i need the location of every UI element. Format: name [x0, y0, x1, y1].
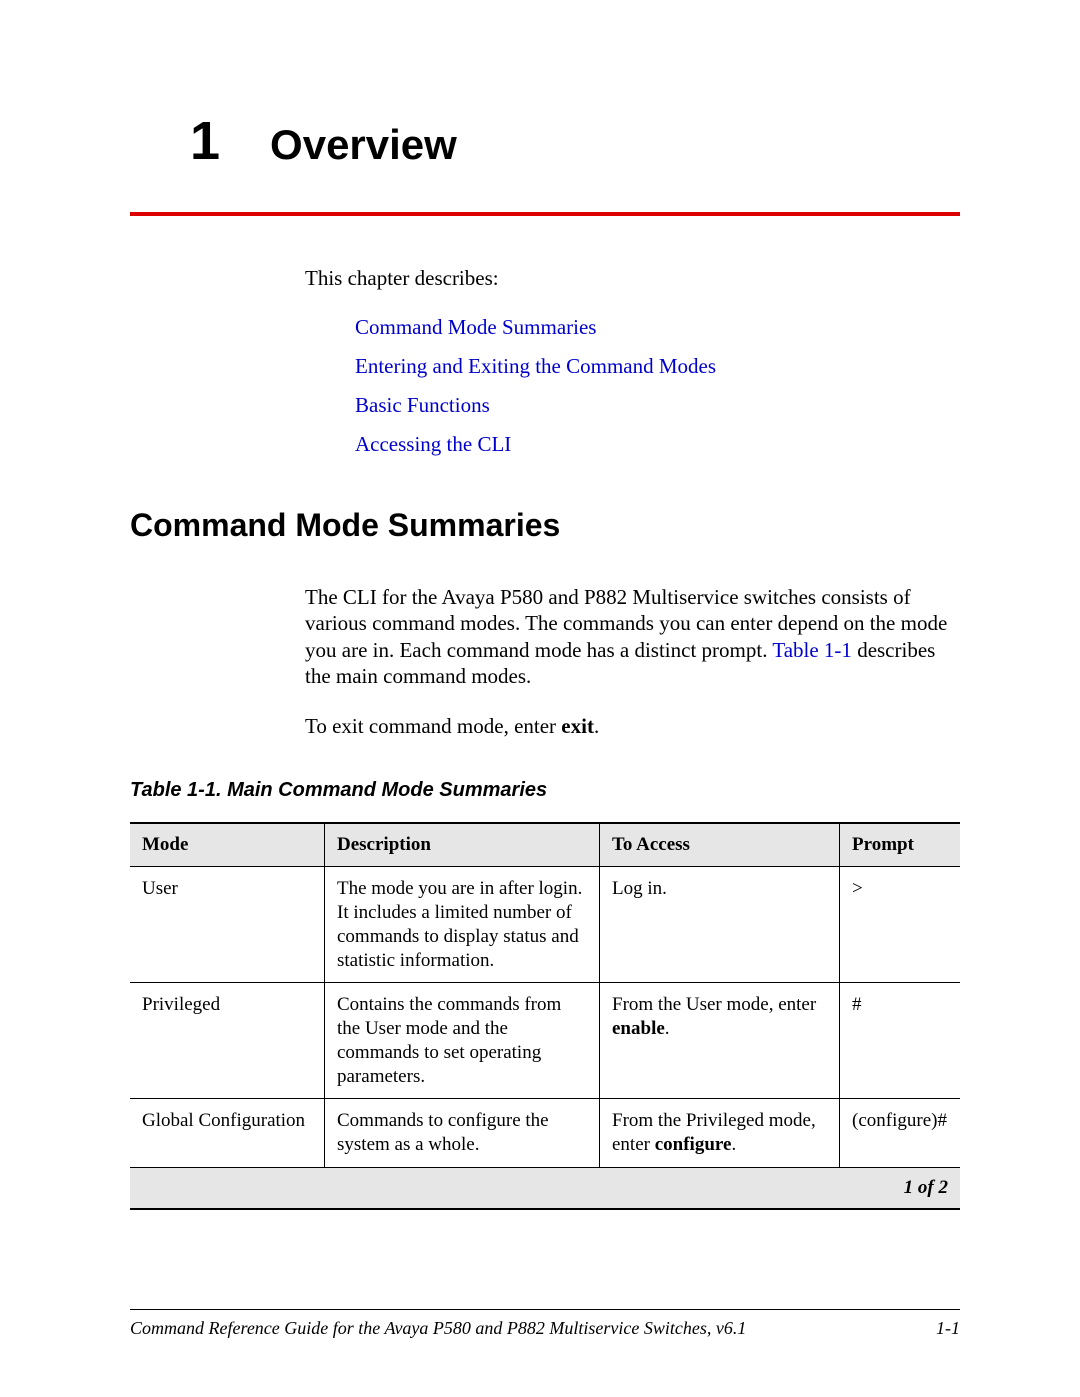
footer-right: 1-1 [936, 1318, 960, 1339]
chapter-header: 1 Overview [190, 110, 960, 172]
table-row: Global Configuration Commands to configu… [130, 1099, 960, 1168]
cell-access-text: From the User mode, enter [612, 994, 816, 1015]
cell-mode: Global Configuration [130, 1099, 325, 1168]
page: 1 Overview This chapter describes: Comma… [0, 0, 1080, 1397]
cell-mode: User [130, 867, 325, 983]
table-row: User The mode you are in after login. It… [130, 867, 960, 983]
table-pager-row: 1 of 2 [130, 1167, 960, 1208]
table-caption: Table 1-1. Main Command Mode Summaries [130, 779, 960, 802]
toc-link-accessing-cli[interactable]: Accessing the CLI [355, 432, 960, 457]
cell-access-text: Log in. [612, 878, 667, 899]
toc-link-command-mode-summaries[interactable]: Command Mode Summaries [355, 315, 960, 340]
table-header-row: Mode Description To Access Prompt [130, 823, 960, 867]
para2-bold: exit [561, 714, 594, 738]
body-paragraph-2: To exit command mode, enter exit. [305, 713, 960, 739]
cell-access: Log in. [600, 867, 840, 983]
cell-prompt: # [840, 983, 961, 1099]
th-to-access: To Access [600, 823, 840, 867]
cell-access-bold: enable [612, 1018, 665, 1039]
chapter-title: Overview [270, 121, 457, 169]
cell-prompt: (configure)# [840, 1099, 961, 1168]
cell-mode: Privileged [130, 983, 325, 1099]
section-heading: Command Mode Summaries [130, 507, 960, 544]
cell-access-bold: configure [655, 1134, 732, 1155]
cell-access-tail: . [731, 1134, 736, 1155]
toc-link-basic-functions[interactable]: Basic Functions [355, 393, 960, 418]
table-row: Privileged Contains the commands from th… [130, 983, 960, 1099]
cell-access: From the User mode, enter enable. [600, 983, 840, 1099]
th-mode: Mode [130, 823, 325, 867]
para2-text-b: . [594, 714, 599, 738]
cell-desc: Contains the commands from the User mode… [325, 983, 600, 1099]
para2-text-a: To exit command mode, enter [305, 714, 561, 738]
cell-access-tail: . [665, 1018, 670, 1039]
page-footer: Command Reference Guide for the Avaya P5… [130, 1309, 960, 1339]
table-cross-ref-link[interactable]: Table 1-1 [772, 638, 852, 662]
footer-left: Command Reference Guide for the Avaya P5… [130, 1318, 746, 1339]
command-mode-table: Mode Description To Access Prompt User T… [130, 822, 960, 1209]
th-description: Description [325, 823, 600, 867]
body-paragraph-1: The CLI for the Avaya P580 and P882 Mult… [305, 584, 960, 689]
divider-rule [130, 212, 960, 216]
cell-prompt: > [840, 867, 961, 983]
cell-desc: The mode you are in after login. It incl… [325, 867, 600, 983]
toc-link-entering-exiting[interactable]: Entering and Exiting the Command Modes [355, 354, 960, 379]
table-pager: 1 of 2 [130, 1167, 960, 1208]
intro-text: This chapter describes: [305, 266, 960, 291]
cell-desc: Commands to configure the system as a wh… [325, 1099, 600, 1168]
cell-access: From the Privileged mode, enter configur… [600, 1099, 840, 1168]
th-prompt: Prompt [840, 823, 961, 867]
toc-links: Command Mode Summaries Entering and Exit… [355, 315, 960, 457]
chapter-number: 1 [190, 110, 220, 172]
